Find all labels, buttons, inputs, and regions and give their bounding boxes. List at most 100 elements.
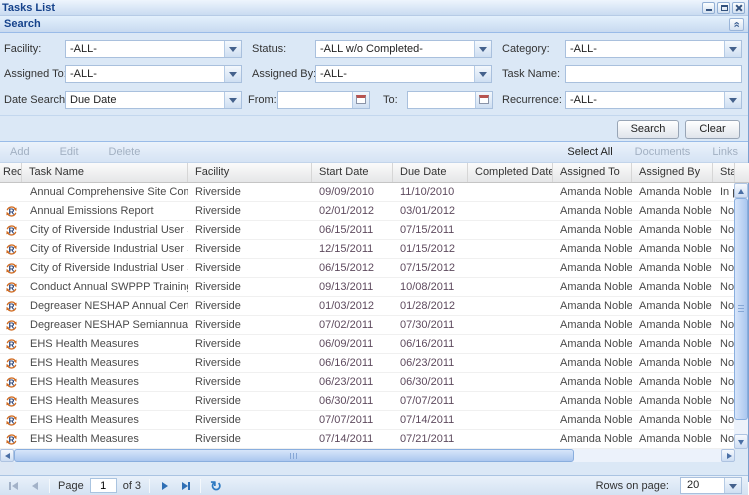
last-page-button[interactable] — [177, 478, 193, 494]
date-search-select-trigger[interactable] — [224, 92, 241, 108]
to-date-input[interactable] — [408, 92, 475, 108]
scroll-left-icon — [5, 453, 10, 459]
assigned-by-select-trigger[interactable] — [474, 66, 491, 82]
recurrence-icon: R — [5, 338, 18, 351]
table-row[interactable]: R EHS Health Measures Riverside 06/16/20… — [0, 354, 735, 373]
cell-status: Not S — [713, 335, 735, 353]
refresh-button[interactable]: ↻ — [210, 478, 222, 494]
svg-text:R: R — [8, 321, 14, 330]
horizontal-scrollbar-thumb[interactable] — [14, 449, 574, 462]
scroll-down-button[interactable] — [734, 434, 748, 449]
recurrence-select-trigger[interactable] — [724, 92, 741, 108]
task-name-input[interactable] — [566, 66, 741, 82]
select-all-button[interactable]: Select All — [567, 146, 612, 158]
cell-assigned-to: Amanda Noble — [553, 430, 632, 448]
next-page-button[interactable] — [157, 478, 173, 494]
status-select-trigger[interactable] — [474, 41, 491, 57]
cell-assigned-by: Amanda Noble — [632, 430, 713, 448]
scroll-up-button[interactable] — [734, 183, 748, 198]
delete-button[interactable]: Delete — [109, 146, 141, 158]
grid-rows: R Annual Comprehensive Site Complia... R… — [0, 183, 735, 449]
documents-button[interactable]: Documents — [635, 146, 691, 158]
to-date-trigger[interactable] — [475, 92, 492, 108]
facility-select[interactable]: -ALL- — [65, 40, 242, 58]
recurrence-icon: R — [5, 376, 18, 389]
cell-start-date: 09/09/2010 — [312, 183, 393, 201]
table-row[interactable]: R Degreaser NESHAP Semiannual Exc... Riv… — [0, 316, 735, 335]
minimize-button[interactable] — [702, 2, 715, 14]
column-header-due-date[interactable]: Due Date — [393, 163, 468, 182]
column-header-task-name[interactable]: Task Name — [22, 163, 188, 182]
maximize-button[interactable] — [717, 2, 730, 14]
table-row[interactable]: R Annual Comprehensive Site Complia... R… — [0, 183, 735, 202]
edit-button[interactable]: Edit — [60, 146, 79, 158]
column-header-facility[interactable]: Facility — [188, 163, 312, 182]
cell-assigned-to: Amanda Noble — [553, 316, 632, 334]
separator — [149, 479, 150, 493]
cell-start-date: 12/15/2011 — [312, 240, 393, 258]
table-row[interactable]: R City of Riverside Industrial User Semi… — [0, 259, 735, 278]
prev-page-button[interactable] — [26, 478, 42, 494]
search-button[interactable]: Search — [617, 120, 679, 139]
assigned-by-label: Assigned By: — [252, 65, 316, 83]
close-button[interactable] — [732, 2, 745, 14]
table-row[interactable]: R EHS Health Measures Riverside 07/07/20… — [0, 411, 735, 430]
column-header-assigned-to[interactable]: Assigned To — [553, 163, 632, 182]
chevron-down-icon — [229, 47, 237, 52]
table-row[interactable]: R EHS Health Measures Riverside 06/09/20… — [0, 335, 735, 354]
assigned-by-select[interactable]: -ALL- — [315, 65, 492, 83]
paging-right-group: Rows on page: 20 — [593, 477, 744, 494]
from-date-field — [277, 91, 370, 109]
page-number-input[interactable] — [90, 478, 117, 493]
column-header-assigned-by[interactable]: Assigned By — [632, 163, 713, 182]
cell-due-date: 07/30/2011 — [393, 316, 468, 334]
svg-text:R: R — [8, 359, 14, 368]
table-row[interactable]: R EHS Health Measures Riverside 06/23/20… — [0, 373, 735, 392]
vertical-scrollbar[interactable] — [734, 183, 748, 449]
horizontal-scrollbar[interactable] — [0, 449, 735, 462]
chevron-down-icon — [729, 47, 737, 52]
scroll-left-button[interactable] — [0, 449, 14, 462]
from-label: From: — [248, 91, 277, 109]
status-select[interactable]: -ALL w/o Completed- — [315, 40, 492, 58]
column-header-completed-date[interactable]: Completed Date — [468, 163, 553, 182]
svg-text:R: R — [8, 245, 14, 254]
rows-on-page-trigger[interactable] — [724, 478, 741, 493]
facility-select-trigger[interactable] — [224, 41, 241, 57]
rows-on-page-select[interactable]: 20 — [680, 477, 742, 494]
add-button[interactable]: Add — [10, 146, 30, 158]
cell-start-date: 02/01/2012 — [312, 202, 393, 220]
from-date-trigger[interactable] — [352, 92, 369, 108]
separator — [200, 479, 201, 493]
table-row[interactable]: R City of Riverside Industrial User Semi… — [0, 221, 735, 240]
from-date-input[interactable] — [278, 92, 352, 108]
date-search-select[interactable]: Due Date — [65, 91, 242, 109]
table-row[interactable]: R EHS Health Measures Riverside 07/14/20… — [0, 430, 735, 449]
column-header-status[interactable]: Status — [713, 163, 735, 182]
recurrence-select[interactable]: -ALL- — [565, 91, 742, 109]
cell-completed-date — [468, 278, 553, 296]
cell-facility: Riverside — [188, 297, 312, 315]
cell-status: Not S — [713, 240, 735, 258]
svg-text:R: R — [8, 302, 14, 311]
column-header-rec[interactable]: Rec — [0, 163, 22, 182]
table-row[interactable]: R Degreaser NESHAP Annual Certificat... … — [0, 297, 735, 316]
links-button[interactable]: Links — [712, 146, 738, 158]
assigned-to-select[interactable]: -ALL- — [65, 65, 242, 83]
table-row[interactable]: R Conduct Annual SWPPP Training Riversid… — [0, 278, 735, 297]
category-select-trigger[interactable] — [724, 41, 741, 57]
vertical-scrollbar-thumb[interactable] — [734, 198, 748, 420]
category-select[interactable]: -ALL- — [565, 40, 742, 58]
scroll-right-button[interactable] — [721, 449, 735, 462]
first-page-button[interactable] — [6, 478, 22, 494]
assigned-to-select-trigger[interactable] — [224, 66, 241, 82]
table-row[interactable]: R EHS Health Measures Riverside 06/30/20… — [0, 392, 735, 411]
table-row[interactable]: R Annual Emissions Report Riverside 02/0… — [0, 202, 735, 221]
clear-button[interactable]: Clear — [685, 120, 740, 139]
svg-text:R: R — [8, 435, 14, 444]
collapse-search-button[interactable]: « — [729, 18, 744, 31]
table-row[interactable]: R City of Riverside Industrial User Semi… — [0, 240, 735, 259]
column-header-start-date[interactable]: Start Date — [312, 163, 393, 182]
cell-assigned-to: Amanda Noble — [553, 392, 632, 410]
cell-due-date: 07/15/2011 — [393, 221, 468, 239]
